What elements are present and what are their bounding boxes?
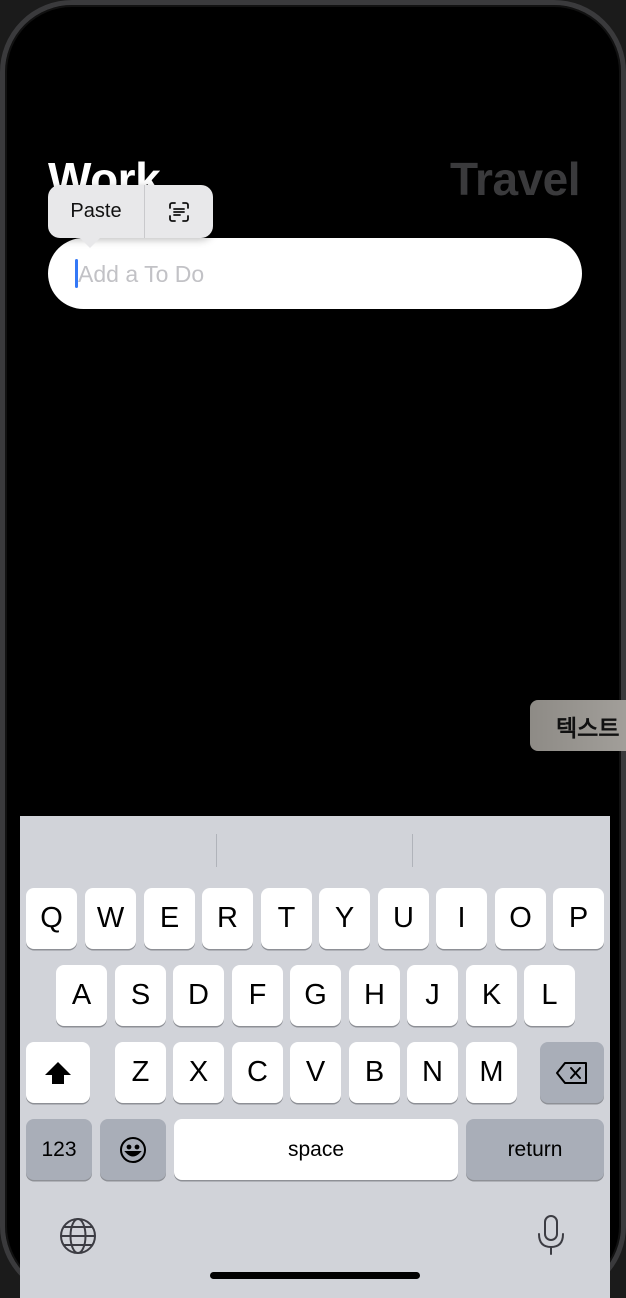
space-key[interactable]: space [174, 1119, 458, 1180]
key-b[interactable]: B [349, 1042, 400, 1103]
home-indicator[interactable] [210, 1272, 420, 1279]
emoji-icon [120, 1136, 146, 1163]
key-x[interactable]: X [173, 1042, 224, 1103]
key-j[interactable]: J [407, 965, 458, 1026]
delete-icon [556, 1061, 587, 1084]
key-h[interactable]: H [349, 965, 400, 1026]
key-y[interactable]: Y [319, 888, 370, 949]
key-d[interactable]: D [173, 965, 224, 1026]
globe-icon [60, 1218, 96, 1254]
key-m[interactable]: M [466, 1042, 517, 1103]
key-g[interactable]: G [290, 965, 341, 1026]
key-f[interactable]: F [232, 965, 283, 1026]
suggestion-divider [216, 834, 217, 867]
keyboard: Q W E R T Y U I O P A S D F G H J K L Z … [20, 816, 610, 1298]
emoji-key[interactable] [100, 1119, 166, 1180]
paste-button[interactable]: Paste [48, 185, 145, 238]
delete-key[interactable] [540, 1042, 604, 1103]
todo-input[interactable] [76, 238, 558, 311]
return-key[interactable]: return [466, 1119, 604, 1180]
scan-text-button[interactable] [145, 185, 213, 238]
key-u[interactable]: U [378, 888, 429, 949]
key-w[interactable]: W [85, 888, 136, 949]
text-caret [75, 259, 78, 288]
translate-pill[interactable]: 텍스트 [530, 700, 626, 751]
key-c[interactable]: C [232, 1042, 283, 1103]
key-k[interactable]: K [466, 965, 517, 1026]
key-q[interactable]: Q [26, 888, 77, 949]
key-o[interactable]: O [495, 888, 546, 949]
todo-input-container [48, 238, 582, 311]
key-z[interactable]: Z [115, 1042, 166, 1103]
tab-travel[interactable]: Travel [450, 152, 581, 206]
key-t[interactable]: T [261, 888, 312, 949]
key-n[interactable]: N [407, 1042, 458, 1103]
key-r[interactable]: R [202, 888, 253, 949]
scan-text-icon [169, 201, 189, 222]
key-p[interactable]: P [553, 888, 604, 949]
suggestion-divider [412, 834, 413, 867]
key-l[interactable]: L [524, 965, 575, 1026]
dictation-button[interactable] [536, 1214, 566, 1261]
key-v[interactable]: V [290, 1042, 341, 1103]
key-s[interactable]: S [115, 965, 166, 1026]
key-i[interactable]: I [436, 888, 487, 949]
numbers-key[interactable]: 123 [26, 1119, 92, 1180]
shift-icon [45, 1061, 71, 1084]
microphone-icon [538, 1215, 564, 1255]
shift-key[interactable] [26, 1042, 90, 1103]
key-a[interactable]: A [56, 965, 107, 1026]
key-e[interactable]: E [144, 888, 195, 949]
globe-button[interactable] [58, 1216, 98, 1261]
edit-menu: Paste [48, 185, 213, 248]
